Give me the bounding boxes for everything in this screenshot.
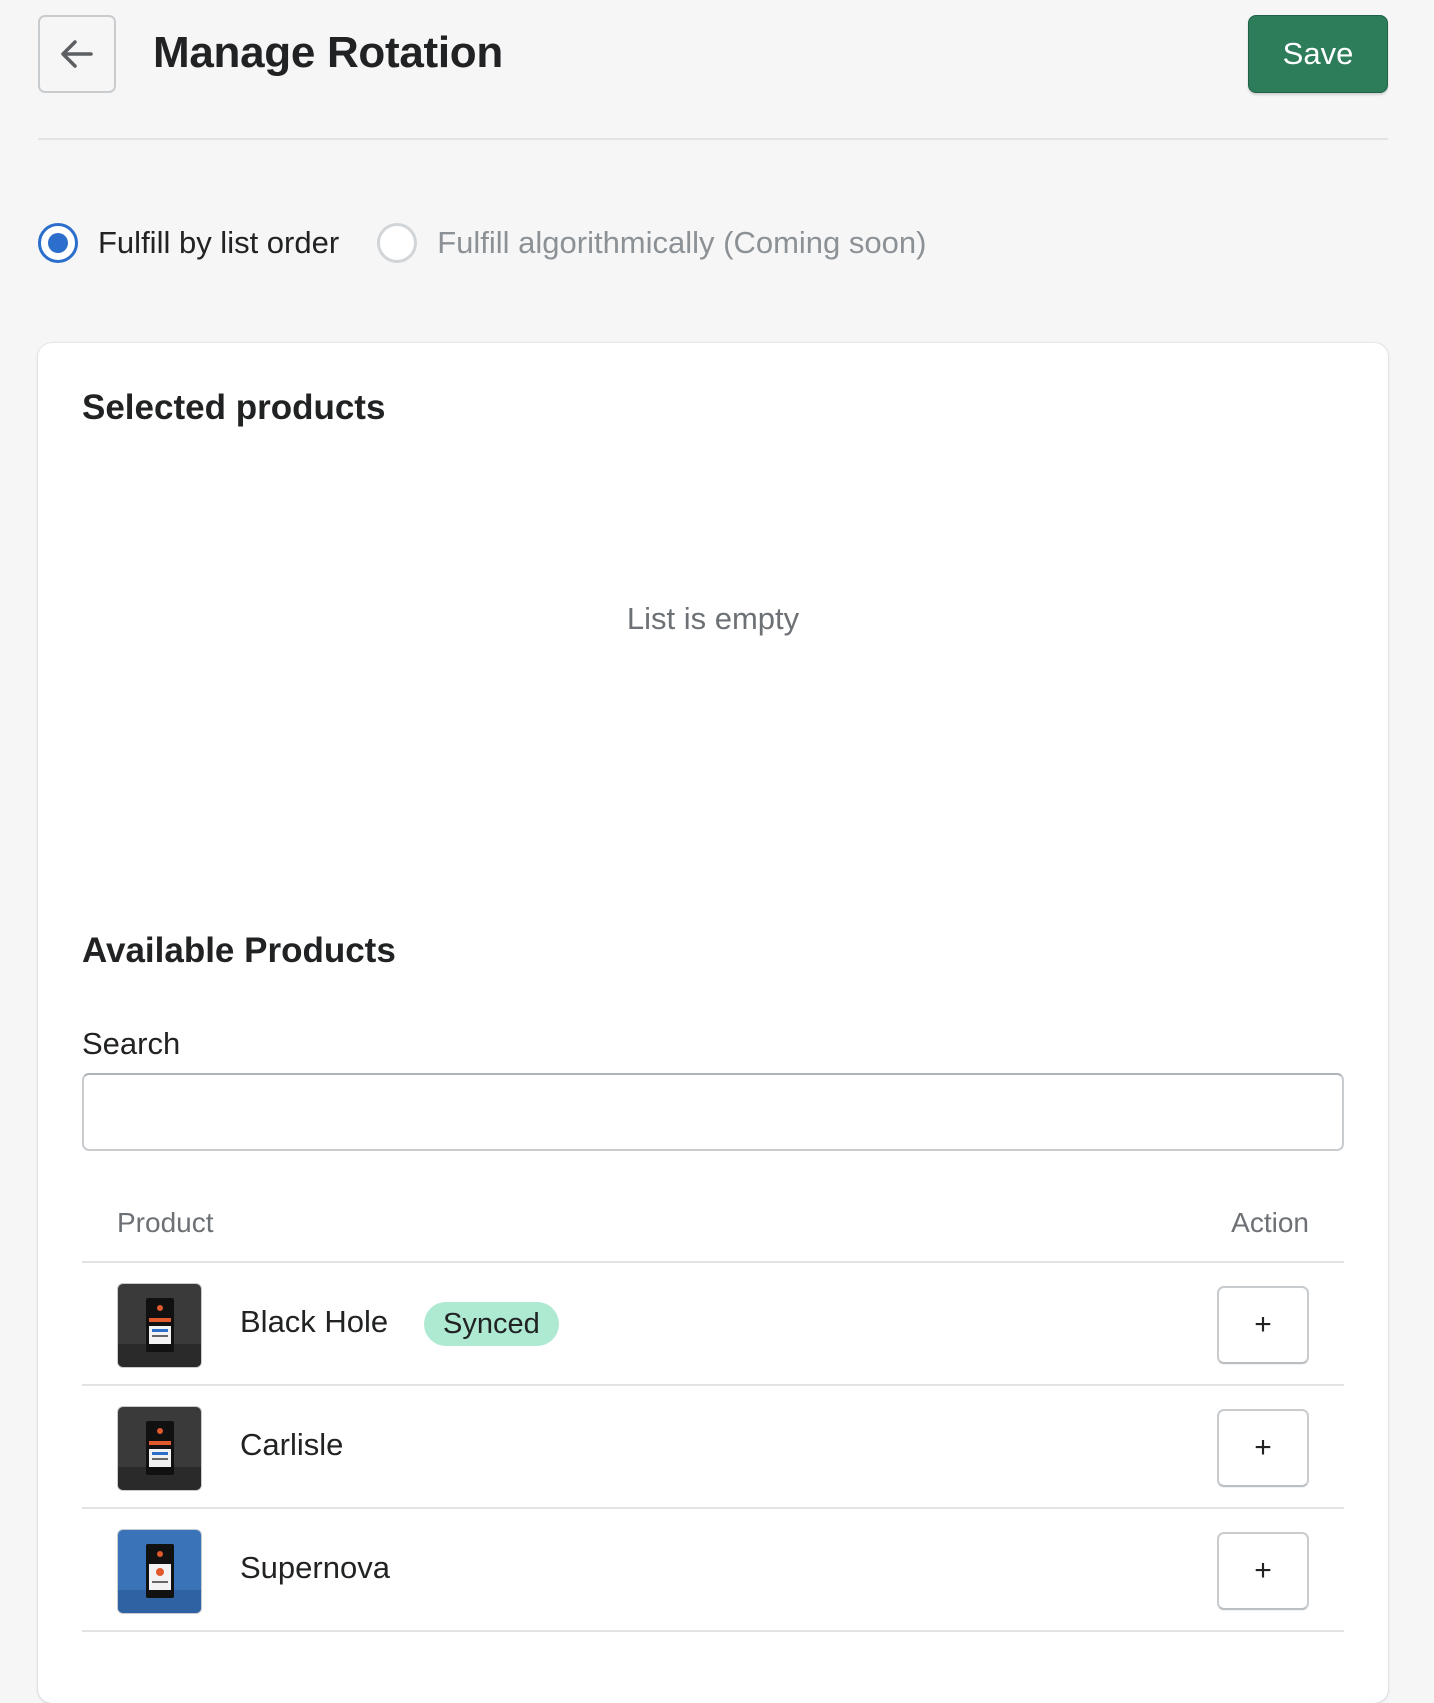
table-row: Supernova + (82, 1509, 1344, 1632)
product-thumbnail (117, 1406, 202, 1491)
coffee-bag-icon (118, 1421, 201, 1490)
column-header-action: Action (1231, 1207, 1309, 1238)
add-product-button[interactable]: + (1217, 1409, 1309, 1487)
table-row: Carlisle + (82, 1386, 1344, 1509)
radio-fulfill-list-order[interactable]: Fulfill by list order (38, 223, 339, 263)
arrow-left-icon (61, 40, 93, 68)
product-name: Carlisle (240, 1427, 344, 1462)
column-header-product: Product (117, 1207, 214, 1238)
save-button[interactable]: Save (1248, 15, 1388, 93)
add-product-button[interactable]: + (1217, 1532, 1309, 1610)
product-thumbnail (117, 1529, 202, 1614)
synced-badge: Synced (424, 1302, 559, 1346)
search-label: Search (82, 1026, 181, 1061)
products-table: Product Action Black Hole Synced + Carli… (82, 1197, 1344, 1632)
radio-fulfill-algorithmically[interactable]: Fulfill algorithmically (Coming soon) (377, 223, 926, 263)
available-products-title: Available Products (82, 931, 396, 970)
radio-selected-icon[interactable] (38, 223, 78, 263)
page-header: Manage Rotation Save (38, 15, 1388, 93)
selected-products-title: Selected products (82, 388, 386, 427)
products-card: Selected products List is empty Availabl… (38, 343, 1388, 1703)
page-title: Manage Rotation (153, 28, 503, 77)
coffee-bag-icon (118, 1298, 201, 1367)
table-header: Product Action (82, 1197, 1344, 1263)
fulfillment-radio-group: Fulfill by list order Fulfill algorithmi… (38, 220, 964, 266)
search-input[interactable] (82, 1073, 1344, 1151)
product-thumbnail (117, 1283, 202, 1368)
product-name: Supernova (240, 1550, 390, 1585)
radio-label: Fulfill algorithmically (Coming soon) (437, 225, 927, 260)
radio-label: Fulfill by list order (98, 225, 340, 260)
back-button[interactable] (38, 15, 116, 93)
header-divider (38, 138, 1388, 140)
table-row: Black Hole Synced + (82, 1263, 1344, 1386)
coffee-bag-icon (118, 1544, 201, 1613)
product-name: Black Hole (240, 1304, 389, 1339)
radio-unselected-icon[interactable] (377, 223, 418, 263)
empty-list-message: List is empty (626, 601, 800, 636)
add-product-button[interactable]: + (1217, 1286, 1309, 1364)
